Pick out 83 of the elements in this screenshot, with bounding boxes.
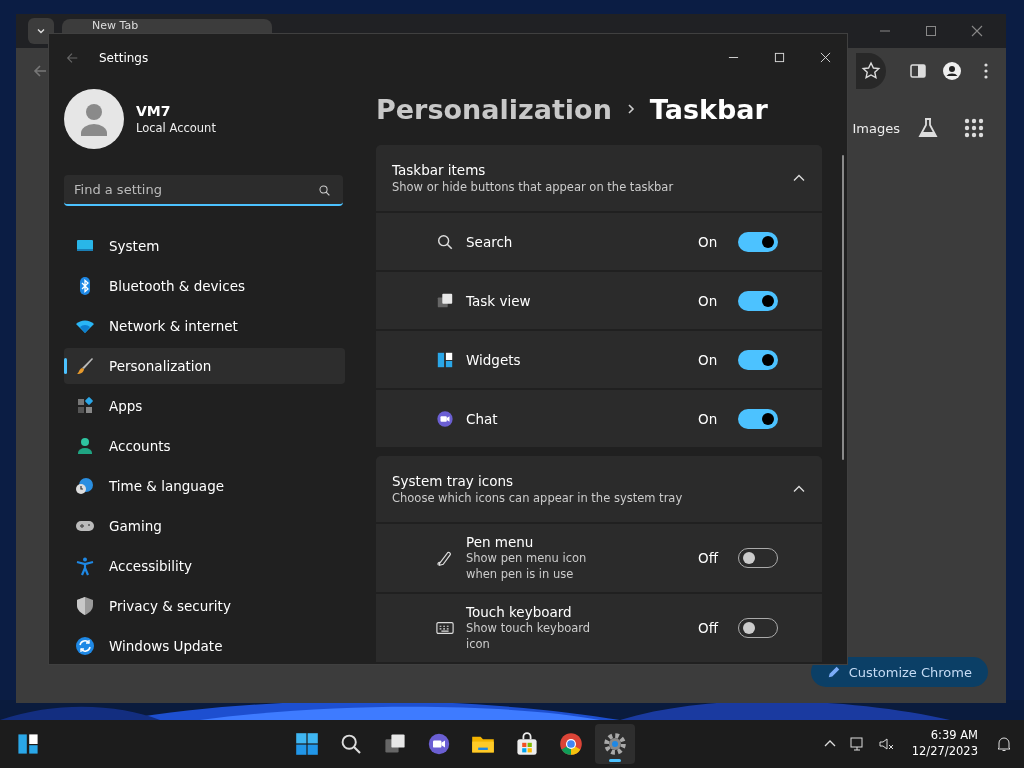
breadcrumb-link[interactable]: Personalization: [376, 93, 612, 125]
chrome-browser-icon: [558, 732, 583, 756]
browser-tab[interactable]: New Tab: [62, 19, 272, 33]
toggle-state: On: [698, 233, 719, 250]
apps-icon: [75, 396, 95, 416]
profile-icon[interactable]: [942, 61, 962, 81]
setting-label: Task view: [466, 292, 532, 309]
video-chat-icon: [436, 409, 454, 428]
setting-label: Widgets: [466, 351, 522, 368]
setting-description: Show touch keyboard icon: [466, 620, 592, 653]
address-bar[interactable]: [856, 53, 886, 89]
section-header[interactable]: Taskbar items Show or hide buttons that appear on the taskbar: [376, 145, 822, 211]
page-title: Taskbar: [649, 93, 768, 125]
section-title: Taskbar items: [392, 162, 487, 178]
nav-item[interactable]: Apps: [64, 388, 345, 424]
nav-item[interactable]: Network & internet: [64, 308, 345, 344]
clock-time[interactable]: 6:39 AM: [930, 728, 978, 744]
search-icon: [436, 232, 454, 251]
toggle-switch[interactable]: [738, 231, 778, 252]
apps-grid-icon[interactable]: [962, 116, 986, 140]
speaker-muted-icon[interactable]: [877, 736, 894, 752]
user-name: VM7: [136, 103, 172, 119]
avatar-icon[interactable]: [64, 89, 124, 149]
clock-date[interactable]: 12/27/2023: [911, 744, 978, 760]
nav-item[interactable]: System: [64, 228, 345, 264]
flask-icon[interactable]: [916, 116, 940, 140]
widgets-icon[interactable]: [16, 732, 40, 756]
windows-logo-icon: [294, 732, 319, 756]
nav-item[interactable]: Accessibility: [64, 548, 345, 584]
page-link[interactable]: Images: [852, 120, 900, 136]
store-bag-icon: [514, 732, 539, 756]
setting-label: Chat: [466, 410, 499, 427]
video-chat-icon: [426, 732, 451, 756]
toggle-state: On: [698, 292, 719, 309]
toggle-state: Off: [698, 550, 720, 566]
refresh-icon: [75, 636, 95, 656]
taskbar-app-button[interactable]: [594, 724, 635, 764]
setting-label: Pen menu: [466, 533, 535, 550]
notification-bell-icon[interactable]: [996, 736, 1012, 752]
shield-icon: [75, 596, 95, 616]
toggle-switch[interactable]: [738, 290, 778, 311]
pen-icon: [436, 549, 454, 567]
toggle-switch[interactable]: [738, 408, 778, 429]
nav-item[interactable]: Gaming: [64, 508, 345, 544]
toggle-state: On: [698, 410, 719, 427]
section-title: System tray icons: [392, 473, 515, 489]
search-icon: [318, 184, 331, 197]
section-subtitle: Show or hide buttons that appear on the taskbar: [392, 180, 675, 194]
nav-item[interactable]: Windows Update: [64, 628, 345, 664]
accessibility-icon: [75, 556, 95, 576]
toggle-switch[interactable]: [738, 349, 778, 370]
toggle-state: Off: [698, 620, 720, 636]
customize-chrome-button[interactable]: Customize Chrome: [810, 657, 988, 687]
account-type: Local Account: [136, 121, 216, 135]
section-subtitle: Choose which icons can appear in the system tray: [392, 491, 684, 505]
maximize-icon[interactable]: [925, 25, 937, 37]
side-panel-icon[interactable]: [908, 61, 928, 81]
setting-label: Touch keyboard: [466, 603, 573, 620]
search-field[interactable]: Find a setting: [64, 175, 343, 206]
scrollbar[interactable]: [842, 155, 844, 460]
nav-item[interactable]: Personalization: [64, 348, 345, 384]
paintbrush-icon: [75, 356, 95, 376]
back-arrow-icon[interactable]: [32, 63, 48, 79]
widgets-icon: [436, 350, 454, 369]
section-header[interactable]: System tray icons Choose which icons can appear in the system tray: [376, 456, 822, 522]
setting-label: Search: [466, 233, 514, 250]
window-title: Settings: [99, 50, 149, 65]
star-icon[interactable]: [861, 61, 881, 81]
gear-icon: [602, 732, 627, 756]
person-icon: [75, 436, 95, 456]
nav-item[interactable]: Bluetooth & devices: [64, 268, 345, 304]
nav-item[interactable]: Privacy & security: [64, 588, 345, 624]
chevron-down-icon: [36, 26, 46, 36]
stacked-squares-icon: [436, 291, 454, 310]
nav-item[interactable]: Accounts: [64, 428, 345, 464]
toggle-state: On: [698, 351, 719, 368]
setting-description: Show pen menu icon when pen is in use: [466, 549, 588, 583]
keyboard-icon: [436, 619, 454, 637]
network-monitor-icon[interactable]: [849, 736, 866, 752]
nav-item[interactable]: Time & language: [64, 468, 345, 504]
back-arrow-icon[interactable]: [65, 50, 79, 65]
globe-clock-icon: [75, 476, 95, 496]
close-icon[interactable]: [971, 25, 983, 37]
